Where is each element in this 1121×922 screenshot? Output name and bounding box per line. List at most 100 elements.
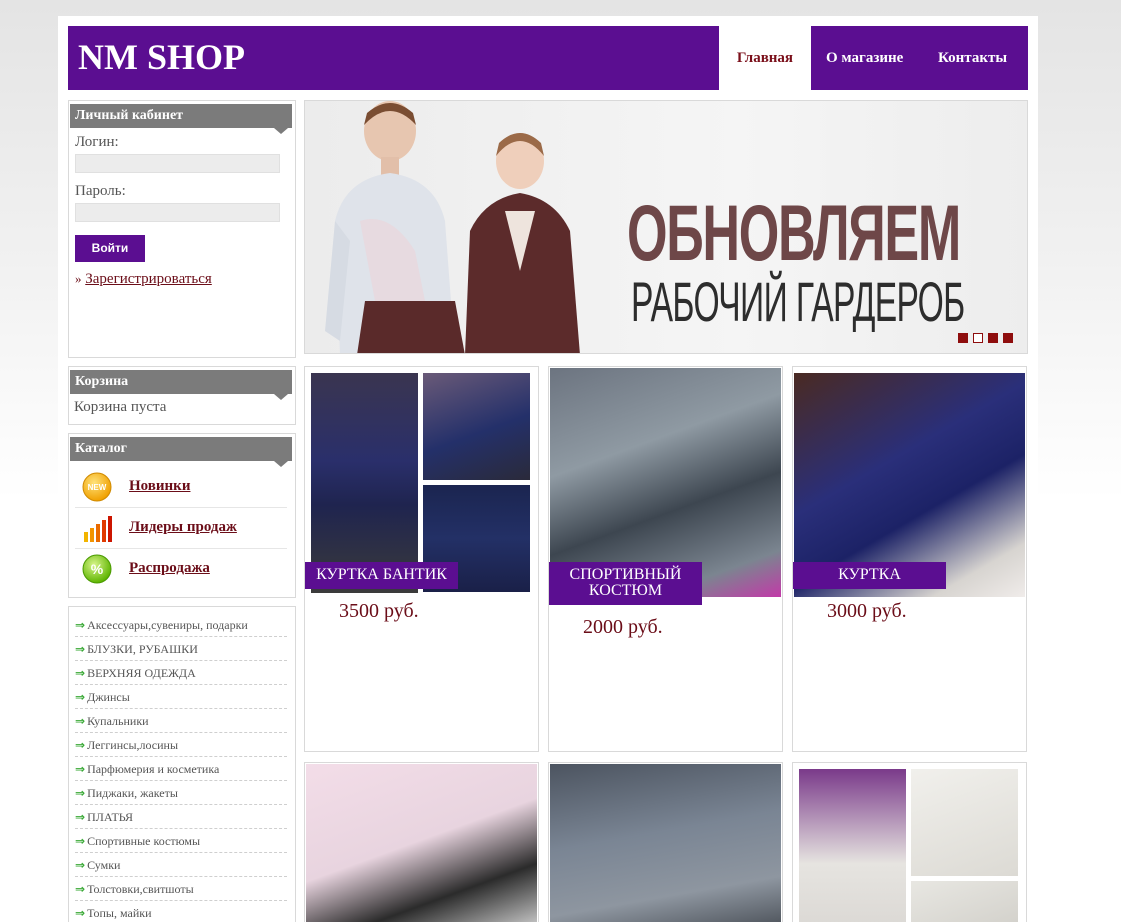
slider-dot[interactable] xyxy=(1003,333,1013,343)
login-input[interactable] xyxy=(75,154,280,173)
catalog-item-bestsellers[interactable]: Лидеры продаж xyxy=(75,508,287,549)
login-button[interactable]: Войти xyxy=(75,235,145,262)
product-photo xyxy=(306,764,537,922)
notch-icon xyxy=(274,394,288,400)
product-card[interactable]: СПОРТИВНЫЙ КОСТЮМ 2000 руб. xyxy=(548,366,783,752)
category-item[interactable]: ⇒ Аксессуары,сувениры, подарки xyxy=(75,613,287,637)
password-label: Пароль: xyxy=(75,183,126,199)
main-nav: Главная О магазине Контакты xyxy=(719,26,1028,90)
arrow-right-icon: ⇒ xyxy=(75,642,86,656)
register-bullet: » xyxy=(75,271,82,286)
catalog-box-title: Каталог xyxy=(70,437,292,467)
category-item[interactable]: ⇒ Пиджаки, жакеты xyxy=(75,781,287,805)
catalog-item-new[interactable]: NEW Новинки xyxy=(75,467,287,508)
nav-home[interactable]: Главная xyxy=(719,26,811,90)
category-label: Сумки xyxy=(87,858,121,872)
cart-box: Корзина Корзина пуста xyxy=(68,366,296,425)
category-label: Пиджаки, жакеты xyxy=(87,786,178,800)
category-item[interactable]: ⇒ Спортивные костюмы xyxy=(75,829,287,853)
catalog-box: Каталог NEW Новинки Лидеры продаж % Расп… xyxy=(68,433,296,598)
category-item[interactable]: ⇒ Джинсы xyxy=(75,685,287,709)
site-logo[interactable]: NM SHOP xyxy=(78,36,245,78)
slider-dot[interactable] xyxy=(988,333,998,343)
catalog-title: Каталог xyxy=(75,441,127,456)
banner-subtitle: РАБОЧИЙ ГАРДЕРОБ xyxy=(631,270,965,333)
product-photo xyxy=(550,764,781,922)
category-label: ПЛАТЬЯ xyxy=(87,810,134,824)
arrow-right-icon: ⇒ xyxy=(75,906,86,920)
arrow-right-icon: ⇒ xyxy=(75,714,86,728)
nav-contacts[interactable]: Контакты xyxy=(938,26,1007,90)
category-item[interactable]: ⇒ Топы, майки xyxy=(75,901,287,922)
category-list: ⇒ Аксессуары,сувениры, подарки ⇒ БЛУЗКИ, Р… xyxy=(68,606,296,922)
login-label: Логин: xyxy=(75,134,119,150)
svg-text:%: % xyxy=(91,561,104,577)
product-title-line: КОСТЮМ xyxy=(588,582,663,599)
bar-chart-icon xyxy=(84,516,112,542)
category-label: Аксессуары,сувениры, подарки xyxy=(87,618,248,632)
nav-bar: О магазине Контакты xyxy=(811,26,1028,90)
product-photo xyxy=(423,373,530,480)
catalog-item-label: Распродажа xyxy=(129,560,210,576)
register-link[interactable]: Зарегистрироваться xyxy=(85,271,212,287)
product-card[interactable]: КУРТКА БАНТИК 3500 руб. xyxy=(304,366,539,752)
account-title: Личный кабинет xyxy=(75,108,184,123)
category-item[interactable]: ⇒ ПЛАТЬЯ xyxy=(75,805,287,829)
arrow-right-icon: ⇒ xyxy=(75,690,86,704)
category-label: Джинсы xyxy=(87,690,130,704)
new-badge-icon: NEW xyxy=(82,472,112,502)
category-item[interactable]: ⇒ Купальники xyxy=(75,709,287,733)
arrow-right-icon: ⇒ xyxy=(75,810,86,824)
product-price: 2000 руб. xyxy=(583,616,663,638)
product-price: 3000 руб. xyxy=(827,600,907,622)
product-title-line: СПОРТИВНЫЙ xyxy=(569,566,682,583)
arrow-right-icon: ⇒ xyxy=(75,618,86,632)
slider-dot[interactable] xyxy=(958,333,968,343)
product-card[interactable] xyxy=(548,762,783,922)
product-photo xyxy=(911,769,1018,876)
cart-box-title: Корзина xyxy=(70,370,292,400)
product-title[interactable]: СПОРТИВНЫЙ КОСТЮМ xyxy=(549,562,702,605)
register-row: » Зарегистрироваться xyxy=(75,271,212,288)
page-container: NM SHOP Главная О магазине Контакты Личн… xyxy=(58,16,1038,922)
category-item[interactable]: ⇒ ВЕРХНЯЯ ОДЕЖДА xyxy=(75,661,287,685)
promo-banner[interactable]: ОБНОВЛЯЕМ РАБОЧИЙ ГАРДЕРОБ xyxy=(304,100,1028,354)
arrow-right-icon: ⇒ xyxy=(75,738,86,752)
arrow-right-icon: ⇒ xyxy=(75,666,86,680)
category-label: БЛУЗКИ, РУБАШКИ xyxy=(87,642,198,656)
nav-about[interactable]: О магазине xyxy=(826,26,903,90)
category-label: Толстовки,свитшоты xyxy=(87,882,194,896)
category-item[interactable]: ⇒ Толстовки,свитшоты xyxy=(75,877,287,901)
product-title[interactable]: КУРТКА БАНТИК xyxy=(305,562,458,589)
category-label: Купальники xyxy=(87,714,149,728)
catalog-item-sale[interactable]: % Распродажа xyxy=(75,549,287,589)
slider-pagination xyxy=(958,333,1013,343)
category-item[interactable]: ⇒ Парфюмерия и косметика xyxy=(75,757,287,781)
account-box-title: Личный кабинет xyxy=(70,104,292,134)
category-label: Спортивные костюмы xyxy=(87,834,201,848)
arrow-right-icon: ⇒ xyxy=(75,786,86,800)
arrow-right-icon: ⇒ xyxy=(75,858,86,872)
category-label: Топы, майки xyxy=(87,906,152,920)
arrow-right-icon: ⇒ xyxy=(75,762,86,776)
arrow-right-icon: ⇒ xyxy=(75,882,86,896)
cart-title: Корзина xyxy=(75,374,129,389)
category-item[interactable]: ⇒ Сумки xyxy=(75,853,287,877)
product-card[interactable]: КУРТКА 3000 руб. xyxy=(792,366,1027,752)
product-card[interactable] xyxy=(792,762,1027,922)
banner-models-image xyxy=(325,101,580,353)
category-item[interactable]: ⇒ Леггинсы,лосины xyxy=(75,733,287,757)
catalog-item-label: Лидеры продаж xyxy=(129,519,237,535)
product-card[interactable] xyxy=(304,762,539,922)
account-box: Личный кабинет Логин: Пароль: Войти » За… xyxy=(68,100,296,358)
password-input[interactable] xyxy=(75,203,280,222)
category-item[interactable]: ⇒ БЛУЗКИ, РУБАШКИ xyxy=(75,637,287,661)
product-title[interactable]: КУРТКА xyxy=(793,562,946,589)
category-label: ВЕРХНЯЯ ОДЕЖДА xyxy=(87,666,196,680)
slider-dot-active[interactable] xyxy=(973,333,983,343)
catalog-item-label: Новинки xyxy=(129,478,191,494)
product-photo xyxy=(311,373,418,593)
product-price: 3500 руб. xyxy=(339,600,419,622)
notch-icon xyxy=(274,128,288,134)
percent-icon: % xyxy=(82,554,112,584)
